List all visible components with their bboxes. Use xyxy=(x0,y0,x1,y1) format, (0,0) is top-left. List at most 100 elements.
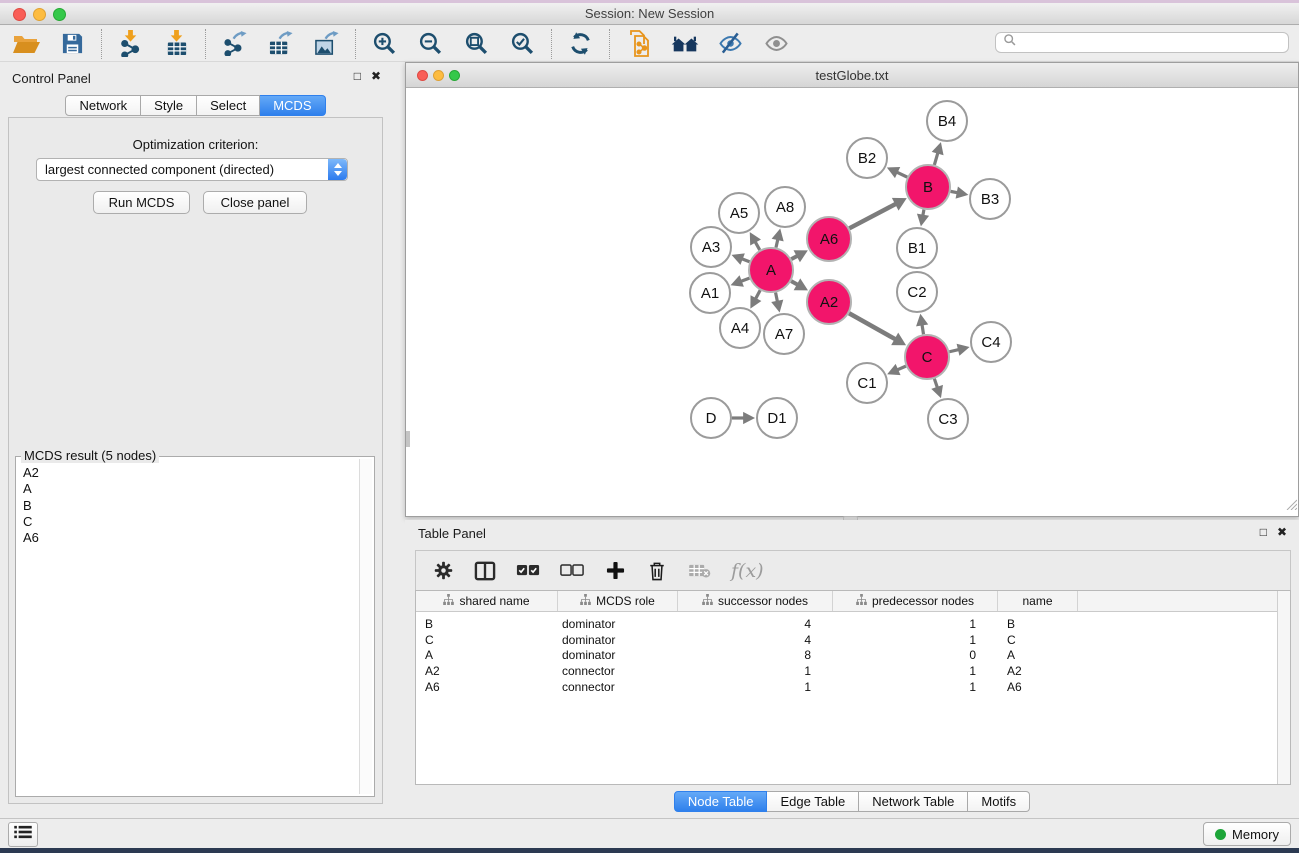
new-network-from-selection-icon[interactable] xyxy=(624,29,653,58)
tab-node-table[interactable]: Node Table xyxy=(674,791,768,812)
table-cell[interactable]: 0 xyxy=(833,648,998,662)
result-list-item[interactable]: B xyxy=(18,498,359,514)
result-list-item[interactable]: A2 xyxy=(18,465,359,481)
result-list-item[interactable]: A6 xyxy=(18,530,359,546)
table-cell[interactable]: C xyxy=(416,633,558,647)
float-table-panel-icon[interactable]: □ xyxy=(1260,525,1267,539)
float-panel-icon[interactable]: □ xyxy=(354,69,361,83)
optimization-criterion-select[interactable]: largest connected component (directed) xyxy=(36,158,348,181)
table-cell[interactable]: 4 xyxy=(678,633,833,647)
network-minimize-button[interactable] xyxy=(433,70,444,81)
result-scrollbar[interactable] xyxy=(359,459,372,794)
import-network-icon[interactable] xyxy=(116,29,145,58)
graph-edge-A2-C[interactable] xyxy=(849,313,896,340)
table-cell[interactable]: dominator xyxy=(558,648,678,662)
save-session-icon[interactable] xyxy=(58,29,87,58)
show-columns-icon[interactable] xyxy=(474,559,496,583)
table-cell[interactable]: dominator xyxy=(558,617,678,631)
table-cell[interactable]: connector xyxy=(558,664,678,678)
export-image-icon[interactable] xyxy=(312,29,341,58)
close-panel-icon[interactable]: ✖ xyxy=(371,69,381,83)
column-header-predecessor-nodes[interactable]: predecessor nodes xyxy=(833,591,998,611)
refresh-icon[interactable] xyxy=(566,29,595,58)
delete-columns-icon[interactable] xyxy=(646,559,668,583)
hide-selected-icon[interactable] xyxy=(716,29,745,58)
memory-button[interactable]: Memory xyxy=(1203,822,1291,846)
open-session-icon[interactable] xyxy=(12,29,41,58)
zoom-in-icon[interactable] xyxy=(370,29,399,58)
zoom-window-button[interactable] xyxy=(53,8,66,21)
table-cell[interactable]: 1 xyxy=(833,664,998,678)
tab-network[interactable]: Network xyxy=(65,95,141,116)
table-row[interactable]: A6connector11A6 xyxy=(416,679,1276,695)
mcds-result-list[interactable]: A2ABCA6 xyxy=(18,459,359,794)
column-header-name[interactable]: name xyxy=(998,591,1078,611)
table-cell[interactable]: B xyxy=(416,617,558,631)
network-window-titlebar[interactable]: testGlobe.txt xyxy=(406,63,1298,88)
table-cell[interactable]: 8 xyxy=(678,648,833,662)
table-row[interactable]: Adominator80A xyxy=(416,648,1276,664)
graph-edge-A6-B[interactable] xyxy=(849,203,897,228)
table-cell[interactable]: 1 xyxy=(833,633,998,647)
column-header-successor-nodes[interactable]: successor nodes xyxy=(678,591,833,611)
network-overview-icon[interactable] xyxy=(670,29,699,58)
splitter-handle-left[interactable] xyxy=(406,431,410,447)
tab-style[interactable]: Style xyxy=(141,95,197,116)
network-close-button[interactable] xyxy=(417,70,428,81)
table-cell[interactable]: A xyxy=(416,648,558,662)
tab-mcds[interactable]: MCDS xyxy=(260,95,325,116)
tab-motifs[interactable]: Motifs xyxy=(968,791,1030,812)
select-all-columns-icon[interactable] xyxy=(516,559,540,583)
table-cell[interactable]: A6 xyxy=(998,680,1078,694)
graph-edge-B-B4[interactable] xyxy=(934,152,938,165)
settings-icon[interactable] xyxy=(432,559,454,583)
table-row[interactable]: Cdominator41C xyxy=(416,632,1276,648)
table-cell[interactable]: B xyxy=(998,617,1078,631)
show-all-icon[interactable] xyxy=(762,29,791,58)
export-table-icon[interactable] xyxy=(266,29,295,58)
table-body[interactable]: Bdominator41BCdominator41CAdominator80AA… xyxy=(416,613,1276,784)
result-list-item[interactable]: C xyxy=(18,514,359,530)
close-panel-button[interactable]: Close panel xyxy=(203,191,307,214)
table-row[interactable]: Bdominator41B xyxy=(416,616,1276,632)
network-graph[interactable]: B4B2BB3A5A8A6B1A3AA1C2A2A4A7C4CC1C3DD1 xyxy=(406,89,1298,516)
zoom-fit-icon[interactable] xyxy=(462,29,491,58)
resize-grip-icon[interactable] xyxy=(1285,497,1297,515)
column-header-shared-name[interactable]: shared name xyxy=(416,591,558,611)
table-cell[interactable]: 1 xyxy=(833,617,998,631)
add-column-icon[interactable] xyxy=(604,559,626,583)
unselect-all-columns-icon[interactable] xyxy=(560,559,584,583)
column-label: successor nodes xyxy=(718,594,808,608)
table-row[interactable]: A2connector11A2 xyxy=(416,663,1276,679)
result-list-item[interactable]: A xyxy=(18,481,359,497)
export-network-icon[interactable] xyxy=(220,29,249,58)
network-canvas[interactable]: B4B2BB3A5A8A6B1A3AA1C2A2A4A7C4CC1C3DD1 xyxy=(406,89,1298,516)
close-window-button[interactable] xyxy=(13,8,26,21)
zoom-selected-icon[interactable] xyxy=(508,29,537,58)
close-table-panel-icon[interactable]: ✖ xyxy=(1277,525,1287,539)
table-scrollbar[interactable] xyxy=(1277,591,1290,784)
tab-select[interactable]: Select xyxy=(197,95,260,116)
table-cell[interactable]: A2 xyxy=(998,664,1078,678)
table-cell[interactable]: 4 xyxy=(678,617,833,631)
task-history-button[interactable] xyxy=(8,822,38,847)
table-cell[interactable]: 1 xyxy=(678,664,833,678)
minimize-window-button[interactable] xyxy=(33,8,46,21)
table-cell[interactable]: 1 xyxy=(833,680,998,694)
table-cell[interactable]: dominator xyxy=(558,633,678,647)
table-cell[interactable]: C xyxy=(998,633,1078,647)
import-table-icon[interactable] xyxy=(162,29,191,58)
table-cell[interactable]: A6 xyxy=(416,680,558,694)
table-cell[interactable]: connector xyxy=(558,680,678,694)
search-input[interactable] xyxy=(1021,35,1288,51)
zoom-out-icon[interactable] xyxy=(416,29,445,58)
search-field[interactable] xyxy=(995,32,1289,53)
tab-network-table[interactable]: Network Table xyxy=(859,791,968,812)
run-mcds-button[interactable]: Run MCDS xyxy=(93,191,190,214)
network-zoom-button[interactable] xyxy=(449,70,460,81)
table-cell[interactable]: 1 xyxy=(678,680,833,694)
table-cell[interactable]: A2 xyxy=(416,664,558,678)
column-header-MCDS-role[interactable]: MCDS role xyxy=(558,591,678,611)
table-cell[interactable]: A xyxy=(998,648,1078,662)
tab-edge-table[interactable]: Edge Table xyxy=(767,791,859,812)
